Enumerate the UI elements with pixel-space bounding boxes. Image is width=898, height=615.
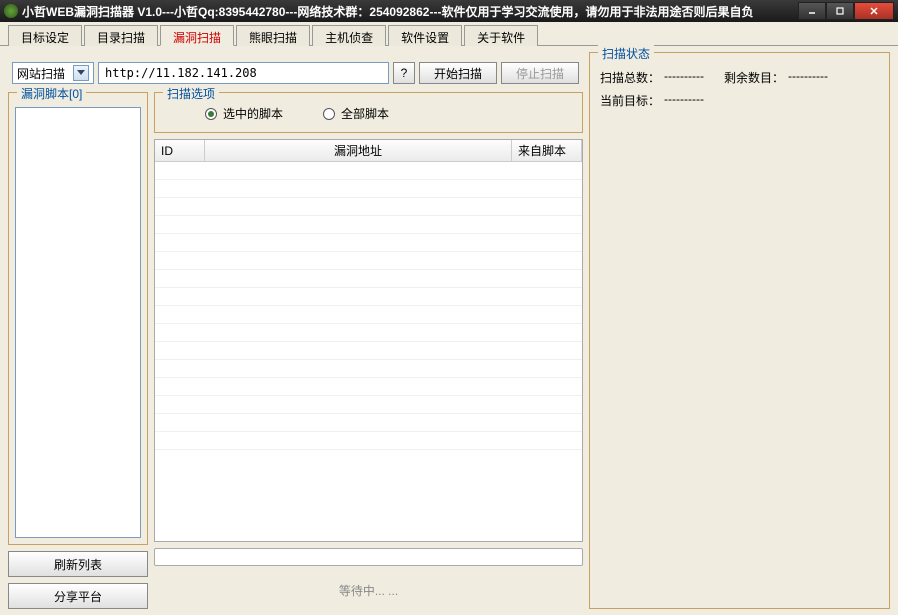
table-row	[155, 414, 582, 432]
table-row	[155, 288, 582, 306]
scan-type-combo[interactable]: 网站扫描	[12, 62, 94, 84]
chevron-down-icon	[73, 65, 89, 81]
scripts-groupbox: 漏洞脚本[0]	[8, 92, 148, 545]
table-row	[155, 180, 582, 198]
table-row	[155, 432, 582, 450]
mid-row: 漏洞脚本[0] 刷新列表 分享平台 扫描选项 选中的脚本	[8, 92, 583, 609]
start-scan-button[interactable]: 开始扫描	[419, 62, 497, 84]
table-row	[155, 252, 582, 270]
table-row	[155, 270, 582, 288]
col-address[interactable]: 漏洞地址	[205, 140, 512, 161]
col-id[interactable]: ID	[155, 140, 205, 161]
current-label: 当前目标：	[600, 92, 660, 109]
window-title: 小哲WEB漏洞扫描器 V1.0---小哲Qq:8395442780---网络技术…	[22, 3, 798, 20]
title-bar: 小哲WEB漏洞扫描器 V1.0---小哲Qq:8395442780---网络技术…	[0, 0, 898, 22]
maximize-button[interactable]	[826, 2, 854, 20]
results-table: ID 漏洞地址 来自脚本	[154, 139, 583, 542]
scripts-title: 漏洞脚本[0]	[17, 85, 86, 102]
url-input[interactable]	[98, 62, 389, 84]
radio-selected-scripts[interactable]: 选中的脚本	[205, 105, 283, 122]
table-row	[155, 162, 582, 180]
status-row-1: 扫描总数： ---------- 剩余数目： ----------	[600, 69, 879, 86]
table-row	[155, 360, 582, 378]
status-total: 扫描总数： ----------	[600, 69, 704, 86]
scan-type-value: 网站扫描	[17, 65, 65, 82]
minimize-button[interactable]	[798, 2, 826, 20]
status-text: 等待中... ...	[154, 572, 583, 609]
remain-value: ----------	[788, 69, 828, 86]
table-header: ID 漏洞地址 来自脚本	[155, 140, 582, 162]
table-row	[155, 216, 582, 234]
table-row	[155, 234, 582, 252]
col-source[interactable]: 来自脚本	[512, 140, 582, 161]
tab-dir-scan[interactable]: 目录扫描	[84, 25, 158, 46]
status-remain: 剩余数目： ----------	[724, 69, 828, 86]
radio-all-scripts[interactable]: 全部脚本	[323, 105, 389, 122]
table-row	[155, 306, 582, 324]
scripts-column: 漏洞脚本[0] 刷新列表 分享平台	[8, 92, 148, 609]
options-column: 扫描选项 选中的脚本 全部脚本 ID	[154, 92, 583, 609]
content-area: 网站扫描 ? 开始扫描 停止扫描 漏洞脚本[0] 刷新列表 分享平台	[0, 46, 898, 615]
radio-all-label: 全部脚本	[341, 105, 389, 122]
scan-options-groupbox: 扫描选项 选中的脚本 全部脚本	[154, 92, 583, 133]
table-row	[155, 378, 582, 396]
share-platform-button[interactable]: 分享平台	[8, 583, 148, 609]
progress-bar	[154, 548, 583, 566]
table-row	[155, 198, 582, 216]
close-button[interactable]	[854, 2, 894, 20]
help-button[interactable]: ?	[393, 62, 415, 84]
tab-bar: 目标设定 目录扫描 漏洞扫描 熊眼扫描 主机侦查 软件设置 关于软件	[0, 22, 898, 46]
radio-selected-label: 选中的脚本	[223, 105, 283, 122]
table-row	[155, 324, 582, 342]
total-value: ----------	[664, 69, 704, 86]
current-value: ----------	[664, 92, 704, 109]
scripts-list[interactable]	[15, 107, 141, 538]
tab-host-recon[interactable]: 主机侦查	[312, 25, 386, 46]
top-controls: 网站扫描 ? 开始扫描 停止扫描	[8, 52, 583, 88]
status-title: 扫描状态	[598, 45, 654, 62]
table-row	[155, 342, 582, 360]
status-row-2: 当前目标： ----------	[600, 92, 879, 109]
refresh-list-button[interactable]: 刷新列表	[8, 551, 148, 577]
tab-vuln-scan[interactable]: 漏洞扫描	[160, 25, 234, 46]
options-title: 扫描选项	[163, 85, 219, 102]
right-column: 扫描状态 扫描总数： ---------- 剩余数目： ---------- 当…	[589, 52, 890, 609]
radio-dot-icon	[323, 108, 335, 120]
tab-settings[interactable]: 软件设置	[388, 25, 462, 46]
tab-target[interactable]: 目标设定	[8, 25, 82, 46]
remain-label: 剩余数目：	[724, 69, 784, 86]
left-column: 网站扫描 ? 开始扫描 停止扫描 漏洞脚本[0] 刷新列表 分享平台	[8, 52, 583, 609]
radio-dot-icon	[205, 108, 217, 120]
tab-bear-scan[interactable]: 熊眼扫描	[236, 25, 310, 46]
window-controls	[798, 2, 894, 20]
scan-status-groupbox: 扫描状态 扫描总数： ---------- 剩余数目： ---------- 当…	[589, 52, 890, 609]
table-row	[155, 396, 582, 414]
radio-row: 选中的脚本 全部脚本	[175, 105, 562, 122]
tab-about[interactable]: 关于软件	[464, 25, 538, 46]
status-current: 当前目标： ----------	[600, 92, 704, 109]
stop-scan-button: 停止扫描	[501, 62, 579, 84]
table-body[interactable]	[155, 162, 582, 541]
app-icon	[4, 4, 18, 18]
total-label: 扫描总数：	[600, 69, 660, 86]
